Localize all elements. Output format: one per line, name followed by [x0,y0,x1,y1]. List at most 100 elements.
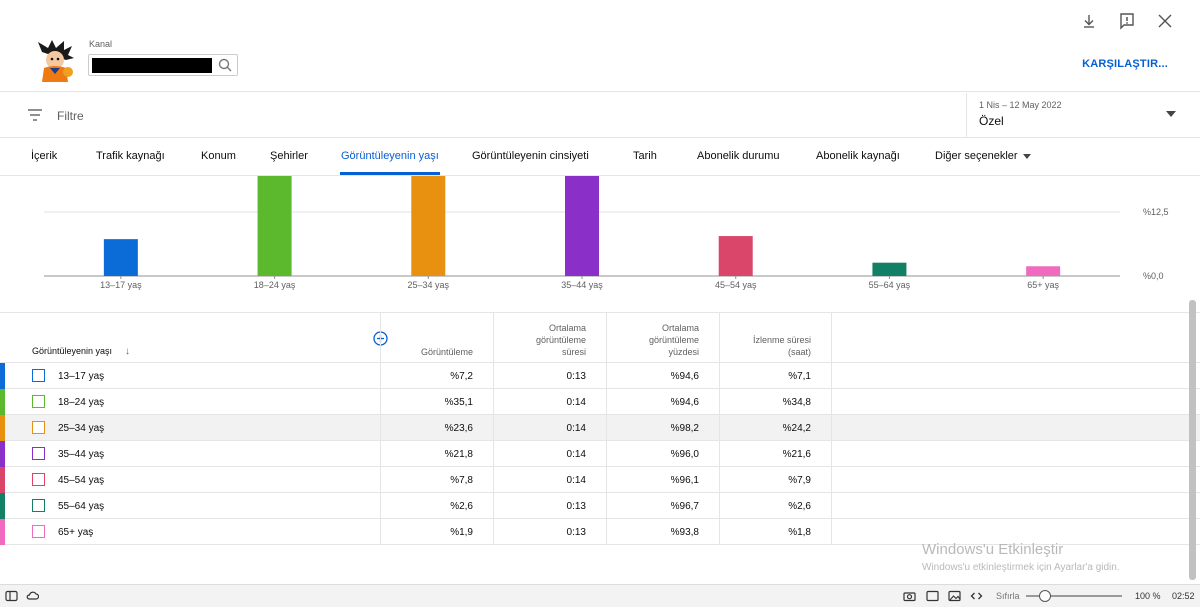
x-tick-label: 45–54 yaş [715,280,757,290]
avg-percentage-cell: %96,0 [606,441,719,467]
row-color-indicator [0,493,5,519]
table-row[interactable]: 35–44 yaş %21,8 0:14 %96,0 %21,6 [0,441,1200,467]
column-divider [831,389,832,415]
row-checkbox[interactable] [32,369,45,382]
tab-viewer-age[interactable]: Görüntüleyenin yaşı [341,150,439,162]
y-tick-label: %0,0 [1143,271,1164,281]
avg-percentage-cell: %94,6 [606,363,719,389]
tab-subscription-source[interactable]: Abonelik kaynağı [816,150,900,162]
table-row[interactable]: 45–54 yaş %7,8 0:14 %96,1 %7,9 [0,467,1200,493]
column-header-views[interactable]: Görüntüleme [380,313,493,363]
avg-percentage-cell: %93,8 [606,519,719,545]
camera-icon[interactable] [903,590,916,602]
x-tick-label: 13–17 yaş [100,280,142,290]
table-row[interactable]: 55–64 yaş %2,6 0:13 %96,7 %2,6 [0,493,1200,519]
download-icon[interactable] [1080,12,1098,30]
row-label: 55–64 yaş [58,501,105,512]
views-cell: %7,2 [380,363,493,389]
row-checkbox[interactable] [32,421,45,434]
views-cell: %35,1 [380,389,493,415]
avg-duration-cell: 0:14 [493,467,606,493]
table-header: Görüntüleyenin yaşı ↓ Görüntüleme Ortala… [0,313,1200,363]
watch-time-cell: %7,1 [719,363,831,389]
tab-geography[interactable]: Konum [201,150,236,162]
date-range-type: Özel [979,114,1004,128]
bar-4554[interactable] [718,236,753,276]
column-header-watch-time[interactable]: İzlenme süresi (saat) [719,313,831,363]
activation-watermark-subtitle: Windows'u etkinleştirmek için Ayarlar'a … [922,562,1120,573]
row-checkbox[interactable] [32,447,45,460]
channel-selector[interactable] [88,54,238,76]
zoom-slider-thumb[interactable] [1039,590,1051,602]
dimension-header[interactable]: Görüntüleyenin yaşı [32,346,112,356]
code-icon[interactable] [970,590,983,602]
image-icon[interactable] [948,590,961,602]
tab-viewer-gender[interactable]: Görüntüleyenin cinsiyeti [472,150,589,162]
row-label: 18–24 yaş [58,397,105,408]
tab-more-options[interactable]: Diğer seçenekler [935,150,1031,162]
window-icon[interactable] [926,590,939,602]
table-row[interactable]: 25–34 yaş %23,6 0:14 %98,2 %24,2 [0,415,1200,441]
avg-duration-cell: 0:13 [493,363,606,389]
age-table: Görüntüleyenin yaşı ↓ Görüntüleme Ortala… [0,312,1200,552]
close-icon[interactable] [1156,12,1174,30]
watch-time-cell: %34,8 [719,389,831,415]
feedback-icon[interactable] [1118,12,1136,30]
watch-time-cell: %7,9 [719,467,831,493]
search-icon[interactable] [217,57,233,73]
arrow-down-icon[interactable]: ↓ [125,346,130,357]
views-cell: %2,6 [380,493,493,519]
row-label: 45–54 yaş [58,475,105,486]
avg-duration-cell: 0:14 [493,441,606,467]
vertical-scrollbar[interactable] [1189,300,1196,580]
column-header-avg-percentage-viewed[interactable]: Ortalama görüntüleme yüzdesi [606,313,719,363]
bar-5564[interactable] [872,262,907,276]
avg-duration-cell: 0:14 [493,389,606,415]
bar-65+[interactable] [1026,266,1061,276]
x-tick-label: 25–34 yaş [408,280,450,290]
tab-content[interactable]: İçerik [31,150,57,162]
bar-2534[interactable] [411,176,446,276]
bar-1824[interactable] [257,176,292,276]
tab-date[interactable]: Tarih [633,150,657,162]
views-cell: %21,8 [380,441,493,467]
row-checkbox[interactable] [32,499,45,512]
panel-icon[interactable] [5,590,18,602]
row-checkbox[interactable] [32,525,45,538]
report-header: Kanal KARŞILAŞTIR... [0,0,1200,92]
channel-avatar [38,40,74,82]
filter-icon[interactable] [27,108,43,122]
column-divider [831,415,832,441]
bar-1317[interactable] [103,239,138,276]
x-tick-label: 18–24 yaş [254,280,296,290]
row-checkbox[interactable] [32,395,45,408]
x-tick-label: 35–44 yaş [561,280,603,290]
cloud-icon[interactable] [26,590,39,602]
table-row[interactable]: 13–17 yaş %7,2 0:13 %94,6 %7,1 [0,363,1200,389]
row-label: 13–17 yaş [58,371,105,382]
filter-input[interactable]: Filtre [57,109,84,123]
compare-button[interactable]: KARŞILAŞTIR... [1082,58,1168,70]
views-cell: %1,9 [380,519,493,545]
active-tab-indicator [340,172,440,175]
channel-label: Kanal [89,39,113,49]
row-checkbox[interactable] [32,473,45,486]
row-color-indicator [0,415,5,441]
row-color-indicator [0,441,5,467]
chevron-down-icon [1166,111,1176,117]
tab-subscription-status[interactable]: Abonelik durumu [697,150,780,162]
tab-cities[interactable]: Şehirler [270,150,308,162]
avg-percentage-cell: %96,1 [606,467,719,493]
bar-3544[interactable] [565,176,599,276]
zoom-reset-button[interactable]: Sıfırla [996,591,1020,601]
tab-traffic-source[interactable]: Trafik kaynağı [96,150,165,162]
row-color-indicator [0,519,5,545]
watch-time-cell: %21,6 [719,441,831,467]
table-row[interactable]: 18–24 yaş %35,1 0:14 %94,6 %34,8 [0,389,1200,415]
column-header-avg-view-duration[interactable]: Ortalama görüntüleme süresi [493,313,606,363]
watch-time-cell: %2,6 [719,493,831,519]
avg-duration-cell: 0:13 [493,493,606,519]
zoom-level: 100 % [1135,591,1161,601]
date-range-selector[interactable]: 1 Nis – 12 May 2022 Özel [966,93,1200,138]
x-tick-label: 55–64 yaş [869,280,911,290]
